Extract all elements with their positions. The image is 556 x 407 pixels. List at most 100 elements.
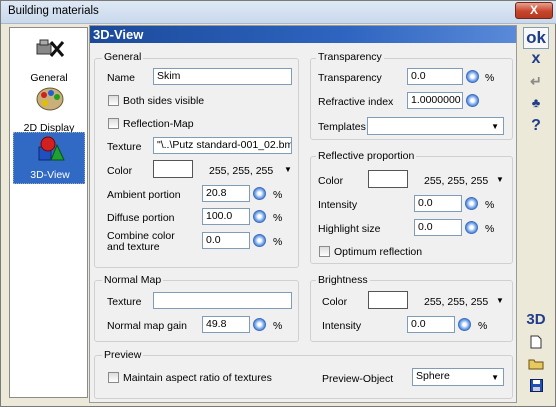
- highlight-label: Highlight size: [318, 223, 381, 235]
- ambient-spinner-icon[interactable]: [253, 187, 266, 200]
- reflection-map-checkbox[interactable]: [108, 118, 119, 129]
- brightness-color-label: Color: [322, 296, 348, 308]
- normal-texture-field[interactable]: [153, 292, 292, 309]
- sidebar-item-label: General: [30, 72, 68, 84]
- chevron-down-icon: ▼: [491, 122, 499, 131]
- open-folder-icon[interactable]: [523, 357, 549, 375]
- both-sides-label: Both sides visible: [123, 95, 205, 107]
- ambient-percent: %: [273, 189, 283, 201]
- 3d-preview-button[interactable]: 3D: [523, 311, 549, 331]
- shapes-icon: [38, 136, 65, 161]
- highlight-spinner-icon[interactable]: [465, 221, 478, 234]
- both-sides-checkbox[interactable]: [108, 95, 119, 106]
- highlight-field[interactable]: 0.0: [414, 219, 462, 236]
- sidebar-item-general[interactable]: General: [13, 34, 85, 86]
- reflective-group-title: Reflective proportion: [316, 150, 417, 162]
- general-group-title: General: [102, 51, 144, 63]
- combine-label-line2: and texture: [107, 241, 160, 253]
- transparency-percent: %: [485, 72, 495, 84]
- brightness-group-title: Brightness: [316, 274, 370, 286]
- normal-gain-spinner-icon[interactable]: [253, 318, 266, 331]
- intensity-spinner-icon[interactable]: [465, 197, 478, 210]
- refractive-field[interactable]: 1.0000000: [407, 92, 463, 109]
- maintain-aspect-label: Maintain aspect ratio of textures: [123, 372, 272, 384]
- brightness-color-value: 255, 255, 255: [424, 296, 489, 308]
- reflective-color-value: 255, 255, 255: [424, 175, 489, 187]
- combine-spinner-icon[interactable]: [253, 234, 266, 247]
- palette-icon: [36, 87, 64, 111]
- optimum-reflection-label: Optimum reflection: [334, 246, 423, 258]
- undo-arrow-icon[interactable]: ↵: [523, 73, 549, 91]
- transparency-spinner-icon[interactable]: [466, 70, 479, 83]
- reflection-map-label: Reflection-Map: [123, 118, 194, 130]
- category-sidebar: General 2D Display 3D-View: [9, 27, 88, 398]
- brightness-color-dropdown-arrow-icon[interactable]: ▼: [496, 296, 504, 305]
- reflective-color-dropdown-arrow-icon[interactable]: ▼: [496, 175, 504, 184]
- intensity-percent: %: [485, 199, 495, 211]
- right-toolbar: ok x ↵ ♣ ? 3D: [521, 25, 551, 403]
- user-icon[interactable]: ♣: [523, 95, 549, 113]
- help-button[interactable]: ?: [523, 117, 549, 137]
- preview-object-label: Preview-Object: [322, 373, 394, 385]
- title-bar: Building materials X: [1, 1, 556, 24]
- ok-button[interactable]: ok: [523, 27, 549, 49]
- brightness-intensity-field[interactable]: 0.0: [407, 316, 455, 333]
- normal-map-group: [94, 280, 299, 342]
- normal-map-group-title: Normal Map: [102, 274, 164, 286]
- diffuse-field[interactable]: 100.0: [202, 208, 250, 225]
- combine-field[interactable]: 0.0: [202, 232, 250, 249]
- name-field[interactable]: Skim: [153, 68, 292, 85]
- chevron-down-icon: ▼: [491, 373, 499, 382]
- normal-texture-label: Texture: [107, 296, 142, 308]
- material-panel: 3D-View General Name Skim Both sides vis…: [89, 25, 517, 403]
- preview-object-dropdown[interactable]: Sphere ▼: [412, 368, 504, 386]
- building-materials-window: Building materials X General 2D Display: [0, 0, 556, 407]
- color-value: 255, 255, 255: [209, 165, 274, 177]
- intensity-field[interactable]: 0.0: [414, 195, 462, 212]
- templates-label: Templates: [318, 121, 366, 133]
- cancel-button[interactable]: x: [523, 51, 549, 69]
- brightness-intensity-spinner-icon[interactable]: [458, 318, 471, 331]
- texture-label: Texture: [107, 141, 142, 153]
- brightness-color-swatch[interactable]: [368, 291, 408, 309]
- diffuse-label: Diffuse portion: [107, 212, 175, 224]
- sidebar-item-2d-display[interactable]: 2D Display: [13, 84, 85, 136]
- texture-field[interactable]: "\..\Putz standard-001_02.bmp: [153, 137, 292, 154]
- highlight-percent: %: [485, 223, 495, 235]
- diffuse-spinner-icon[interactable]: [253, 210, 266, 223]
- sidebar-item-label: 3D-View: [30, 169, 70, 181]
- window-title: Building materials: [8, 5, 99, 17]
- refractive-spinner-icon[interactable]: [466, 94, 479, 107]
- intensity-label: Intensity: [318, 199, 358, 211]
- normal-gain-percent: %: [273, 320, 283, 332]
- tools-icon: [36, 39, 65, 57]
- optimum-reflection-checkbox[interactable]: [319, 246, 330, 257]
- panel-title: 3D-View: [90, 26, 516, 43]
- refractive-label: Refractive index: [318, 96, 394, 108]
- reflective-color-swatch[interactable]: [368, 170, 408, 188]
- transparency-field[interactable]: 0.0: [407, 68, 463, 85]
- normal-gain-label: Normal map gain: [107, 320, 187, 332]
- preview-object-value: Sphere: [416, 370, 450, 382]
- transparency-group-title: Transparency: [316, 51, 384, 63]
- sidebar-item-3d-view[interactable]: 3D-View: [13, 132, 85, 184]
- color-label: Color: [107, 165, 133, 177]
- name-label: Name: [107, 72, 136, 84]
- save-icon[interactable]: [523, 379, 549, 397]
- color-dropdown-arrow-icon[interactable]: ▼: [284, 165, 292, 174]
- color-swatch[interactable]: [153, 160, 193, 178]
- new-document-icon[interactable]: [523, 335, 549, 353]
- brightness-intensity-label: Intensity: [322, 320, 362, 332]
- brightness-intensity-percent: %: [478, 320, 488, 332]
- close-button[interactable]: X: [515, 2, 553, 19]
- diffuse-percent: %: [273, 212, 283, 224]
- normal-gain-field[interactable]: 49.8: [202, 316, 250, 333]
- ambient-field[interactable]: 20.8: [202, 185, 250, 202]
- combine-percent: %: [273, 236, 283, 248]
- transparency-label: Transparency: [318, 72, 382, 84]
- maintain-aspect-checkbox[interactable]: [108, 372, 119, 383]
- preview-group-title: Preview: [102, 349, 144, 361]
- reflective-color-label: Color: [318, 175, 344, 187]
- ambient-label: Ambient portion: [107, 189, 181, 201]
- templates-dropdown[interactable]: ▼: [367, 117, 504, 135]
